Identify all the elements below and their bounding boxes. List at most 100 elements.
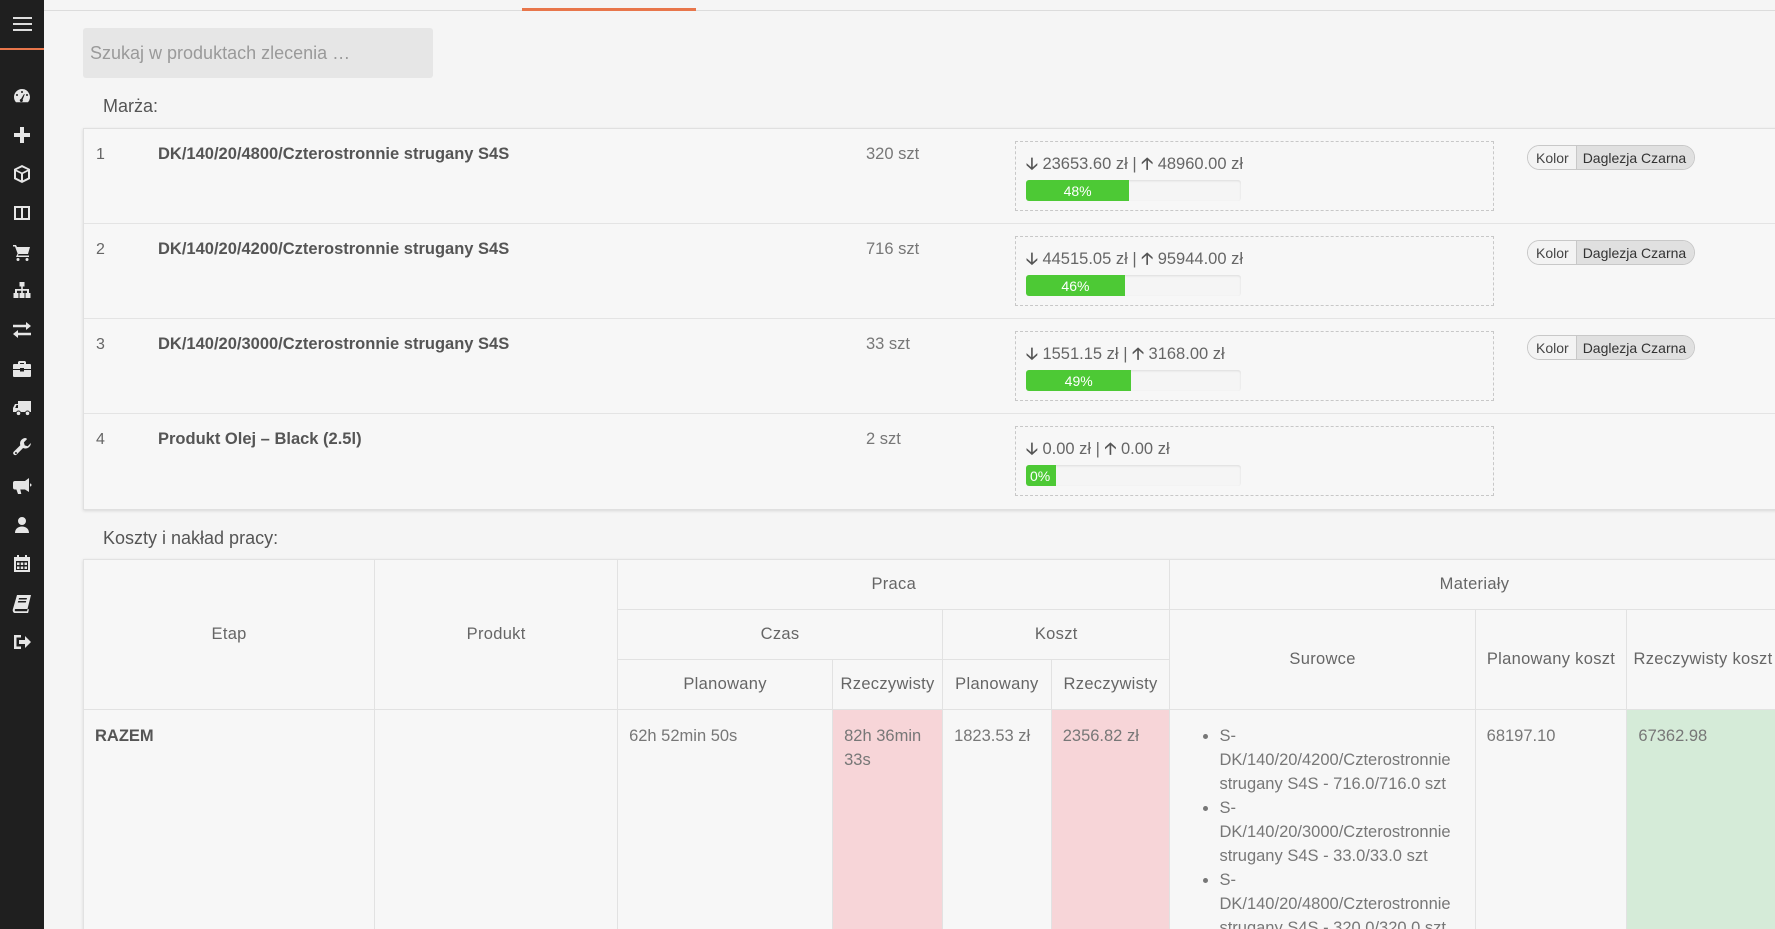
list-item: 2 DK/140/20/4200/Czterostronnie strugany…: [84, 224, 1775, 319]
margin-box: 🡣 44515.05 zł | 🡡 95944.00 zł 46%: [1015, 236, 1494, 306]
cell-planowany-koszt: 68197.10: [1474, 709, 1628, 929]
margin-progress-bar: 49%: [1026, 370, 1241, 391]
columns-icon[interactable]: [0, 193, 44, 232]
header-czas-rzeczywisty: Rzeczywisty: [832, 659, 944, 710]
margin-high: 95944.00 zł: [1157, 250, 1244, 268]
item-number: 3: [96, 336, 105, 353]
cell-etap: RAZEM: [82, 709, 376, 929]
margin-progress-fill: 48%: [1026, 180, 1130, 201]
margin-progress-bar: 0%: [1026, 465, 1241, 486]
margin-progress-fill: 49%: [1026, 370, 1132, 391]
cell-surowce: S-DK/140/20/4200/Czterostronnie strugany…: [1169, 709, 1476, 929]
product-quantity: 2 szt: [866, 430, 901, 448]
cube-icon[interactable]: [0, 154, 44, 193]
tag-key: Kolor: [1528, 146, 1577, 169]
arrow-down-icon: 🡣: [1026, 250, 1038, 268]
arrow-up-icon: 🡡: [1141, 155, 1154, 173]
product-name: DK/140/20/3000/Czterostronnie strugany S…: [158, 335, 510, 353]
product-quantity: 320 szt: [866, 145, 920, 163]
bullhorn-icon[interactable]: [0, 466, 44, 505]
arrow-down-icon: 🡣: [1026, 345, 1038, 363]
calendar-icon[interactable]: [0, 544, 44, 583]
header-koszt-rzeczywisty: Rzeczywisty: [1050, 659, 1171, 710]
sidebar: [0, 0, 44, 929]
margin-low: 1551.15 zł: [1042, 345, 1119, 363]
margin-box: 🡣 23653.60 zł | 🡡 48960.00 zł 48%: [1015, 141, 1494, 211]
arrow-up-icon: 🡡: [1104, 440, 1117, 458]
dashboard-icon[interactable]: [0, 76, 44, 115]
header-rzeczywisty-koszt: Rzeczywisty koszt: [1626, 609, 1775, 710]
header-surowce: Surowce: [1169, 609, 1476, 710]
header-planowany-koszt: Planowany koszt: [1474, 609, 1628, 710]
tag-key: Kolor: [1528, 241, 1577, 264]
margin-high: 48960.00 zł: [1157, 155, 1244, 173]
product-quantity: 716 szt: [866, 240, 920, 258]
header-etap: Etap: [82, 559, 376, 710]
margin-low: 44515.05 zł: [1042, 250, 1128, 268]
truck-icon[interactable]: [0, 388, 44, 427]
header-praca: Praca: [617, 559, 1171, 610]
cart-icon[interactable]: [0, 232, 44, 271]
item-number: 1: [96, 146, 105, 163]
header-czas-planowany: Planowany: [617, 659, 834, 710]
list-item: S-DK/140/20/4800/Czterostronnie strugany…: [1219, 868, 1463, 929]
hamburger-icon: [12, 15, 32, 33]
margin-low: 23653.60 zł: [1042, 155, 1128, 173]
arrow-down-icon: 🡣: [1026, 440, 1038, 458]
sign-out-icon[interactable]: [0, 622, 44, 661]
product-name: Produkt Olej – Black (2.5l): [158, 430, 362, 448]
sitemap-icon[interactable]: [0, 271, 44, 310]
attribute-tag: Kolor Daglezja Czarna: [1527, 145, 1696, 170]
product-name: DK/140/20/4800/Czterostronnie strugany S…: [158, 145, 510, 163]
cell-produkt: [374, 709, 619, 929]
search-input[interactable]: [83, 28, 433, 78]
cell-rzeczywisty-koszt: 67362.98: [1626, 709, 1775, 929]
costs-section-title: Koszty i nakład pracy:: [103, 528, 279, 548]
tag-key: Kolor: [1528, 336, 1577, 359]
header-koszt-planowany: Planowany: [942, 659, 1052, 710]
item-number: 2: [96, 241, 105, 258]
tag-value: Daglezja Czarna: [1576, 241, 1695, 264]
margin-progress-fill: 46%: [1026, 275, 1125, 296]
arrow-up-icon: 🡡: [1132, 345, 1144, 363]
surowce-list: S-DK/140/20/4200/Czterostronnie strugany…: [1181, 724, 1463, 929]
arrow-up-icon: 🡡: [1141, 250, 1154, 268]
list-item: S-DK/140/20/4200/Czterostronnie strugany…: [1219, 724, 1463, 796]
margin-high: 0.00 zł: [1121, 440, 1170, 458]
cell-czas-rzeczywisty: 82h 36min 33s: [832, 709, 944, 929]
cell-koszt-rzeczywisty: 2356.82 zł: [1050, 709, 1171, 929]
list-item: S-DK/140/20/3000/Czterostronnie strugany…: [1219, 796, 1463, 868]
list-item: 4 Produkt Olej – Black (2.5l) 2 szt 🡣 0.…: [84, 414, 1775, 509]
cell-koszt-planowany: 1823.53 zł: [942, 709, 1052, 929]
book-icon[interactable]: [0, 583, 44, 622]
arrow-down-icon: 🡣: [1026, 155, 1038, 173]
user-icon[interactable]: [0, 505, 44, 544]
plus-icon[interactable]: [0, 115, 44, 154]
margin-box: 🡣 1551.15 zł | 🡡 3168.00 zł 49%: [1015, 331, 1494, 401]
tag-value: Daglezja Czarna: [1576, 336, 1695, 359]
exchange-icon[interactable]: [0, 310, 44, 349]
menu-toggle-button[interactable]: [0, 0, 44, 50]
margin-low: 0.00 zł: [1042, 440, 1092, 458]
margin-list: 1 DK/140/20/4800/Czterostronnie strugany…: [83, 128, 1775, 510]
cell-czas-planowany: 62h 52min 50s: [617, 709, 834, 929]
margin-section-title: Marża:: [103, 96, 159, 116]
active-tab-indicator: [522, 8, 696, 11]
margin-progress-fill: 0%: [1026, 465, 1056, 486]
margin-box: 🡣 0.00 zł | 🡡 0.00 zł 0%: [1015, 426, 1494, 496]
costs-table: Etap Produkt Praca Materiały Czas Koszt …: [82, 559, 1775, 929]
tag-value: Daglezja Czarna: [1576, 146, 1695, 169]
briefcase-icon[interactable]: [0, 349, 44, 388]
margin-progress-bar: 48%: [1026, 180, 1241, 201]
wrench-icon[interactable]: [0, 427, 44, 466]
list-item: 1 DK/140/20/4800/Czterostronnie strugany…: [84, 129, 1775, 224]
margin-progress-bar: 46%: [1026, 275, 1241, 296]
item-number: 4: [96, 431, 105, 448]
attribute-tag: Kolor Daglezja Czarna: [1527, 335, 1696, 360]
header-produkt: Produkt: [374, 559, 619, 710]
header-koszt: Koszt: [942, 609, 1171, 660]
attribute-tag: Kolor Daglezja Czarna: [1527, 240, 1696, 265]
table-row: RAZEM 62h 52min 50s 82h 36min 33s 1823.5…: [82, 709, 1775, 929]
header-czas: Czas: [617, 609, 944, 660]
product-quantity: 33 szt: [866, 335, 911, 353]
